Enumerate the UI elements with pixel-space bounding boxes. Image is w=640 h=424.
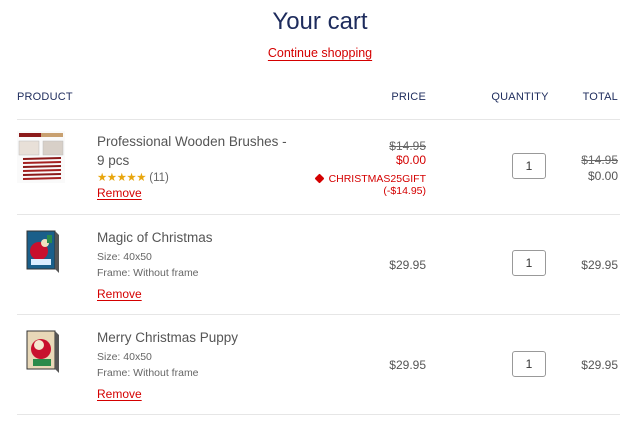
column-header-product: PRODUCT <box>17 91 73 103</box>
price: $29.95 <box>389 258 426 272</box>
product-size: Size: 40x50 <box>97 251 152 263</box>
discount-amount: (-$14.95) <box>383 185 426 197</box>
product-name[interactable]: Merry Christmas Puppy <box>97 328 297 347</box>
product-thumbnail-puppy[interactable] <box>17 327 65 379</box>
product-size: Size: 40x50 <box>97 351 152 363</box>
brushes-image-icon <box>17 131 65 183</box>
star-rating-icon: ★★★★★ <box>97 172 147 184</box>
total-original: $14.95 <box>581 153 618 167</box>
page-title: Your cart <box>272 8 368 35</box>
remove-button[interactable]: Remove <box>97 186 142 200</box>
price: $29.95 <box>389 358 426 372</box>
divider <box>17 119 620 120</box>
painting-image-icon <box>26 230 59 273</box>
divider <box>17 414 620 415</box>
total: $29.95 <box>581 358 618 372</box>
product-frame: Frame: Without frame <box>97 367 199 379</box>
column-header-total: TOTAL <box>582 91 618 103</box>
painting-image-icon <box>26 330 59 373</box>
divider <box>17 314 620 315</box>
column-header-quantity: QUANTITY <box>491 91 549 103</box>
divider <box>17 214 620 215</box>
remove-button[interactable]: Remove <box>97 387 142 401</box>
continue-shopping-wrapper: Continue shopping <box>0 44 640 62</box>
tag-icon <box>314 173 325 184</box>
column-header-price: PRICE <box>391 91 426 103</box>
product-name[interactable]: Magic of Christmas <box>97 228 297 247</box>
rating: ★★★★★ (11) <box>97 170 169 184</box>
discount-code: CHRISTMAS25GIFT <box>300 173 426 185</box>
product-frame: Frame: Without frame <box>97 267 199 279</box>
discounted-price: $0.00 <box>395 153 426 167</box>
product-thumbnail-brushes[interactable] <box>17 131 65 183</box>
continue-shopping-link[interactable]: Continue shopping <box>268 46 372 60</box>
remove-button[interactable]: Remove <box>97 287 142 301</box>
original-price: $14.95 <box>389 139 426 153</box>
total-final: $0.00 <box>587 169 618 183</box>
rating-count: (11) <box>149 172 169 184</box>
product-name[interactable]: Professional Wooden Brushes - 9 pcs <box>97 132 297 170</box>
total: $29.95 <box>581 258 618 272</box>
product-thumbnail-magic[interactable] <box>17 227 65 279</box>
